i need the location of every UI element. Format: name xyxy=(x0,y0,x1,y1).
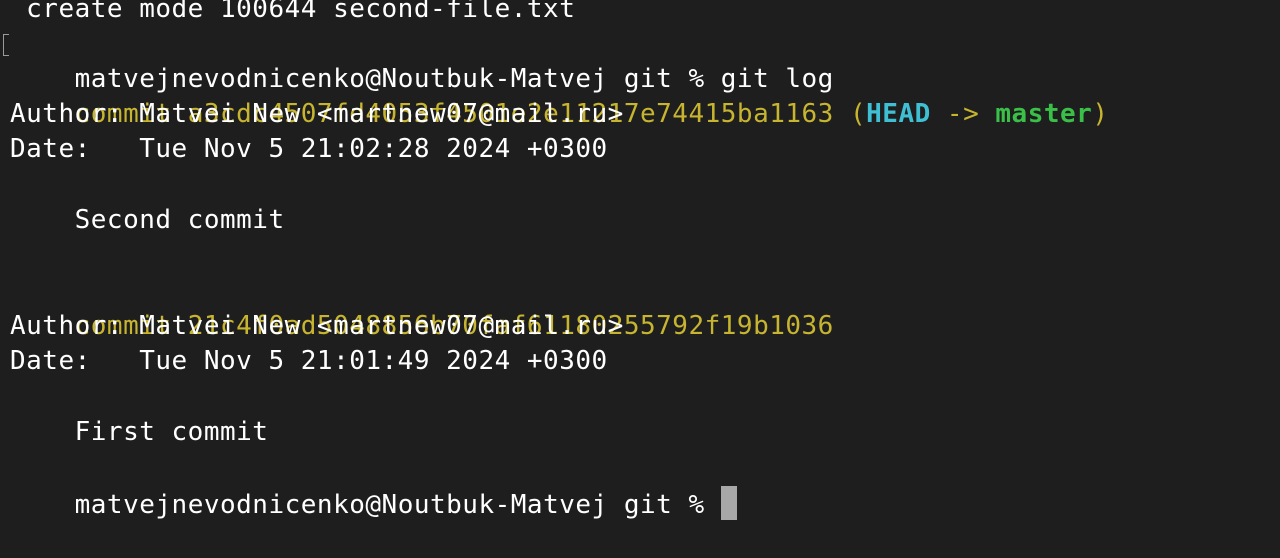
text-cursor[interactable] xyxy=(720,486,737,520)
prompt-text: matvejnevodnicenko@Noutbuk-Matvej git % xyxy=(74,490,721,520)
commit-author-1: Author: Matvei New <martnew07@mail.ru> xyxy=(10,99,624,129)
head-ref: HEAD xyxy=(866,99,931,129)
output-create-mode: create mode 100644 second-file.txt xyxy=(10,0,576,24)
branch-ref: master xyxy=(995,99,1093,129)
prompt-line-2[interactable]: matvejnevodnicenko@Noutbuk-Matvej git % xyxy=(10,451,737,520)
commit-date-2: Date: Tue Nov 5 21:01:49 2024 +0300 xyxy=(10,346,608,376)
ref-open: ( xyxy=(833,99,867,129)
commit-author-2: Author: Matvei New <martnew07@mail.ru> xyxy=(10,311,624,341)
terminal-window[interactable]: create mode 100644 second-file.txt matve… xyxy=(0,0,1280,523)
commit-line-1: commit a3cdc4507fd4053f4501e2e11217e7441… xyxy=(10,62,1108,129)
commit-line-2: commit 21c4f0ad5048856b70faf61180255792f… xyxy=(10,274,834,341)
ref-close: ) xyxy=(1092,99,1109,129)
prompt-line-1: matvejnevodnicenko@Noutbuk-Matvej git % … xyxy=(10,27,834,94)
commit-date-1: Date: Tue Nov 5 21:02:28 2024 +0300 xyxy=(10,134,608,164)
prompt-mark-icon xyxy=(3,34,9,56)
ref-arrow: -> xyxy=(930,99,996,129)
commit-message-1: Second commit xyxy=(10,205,285,235)
commit-message-2: First commit xyxy=(10,417,269,447)
